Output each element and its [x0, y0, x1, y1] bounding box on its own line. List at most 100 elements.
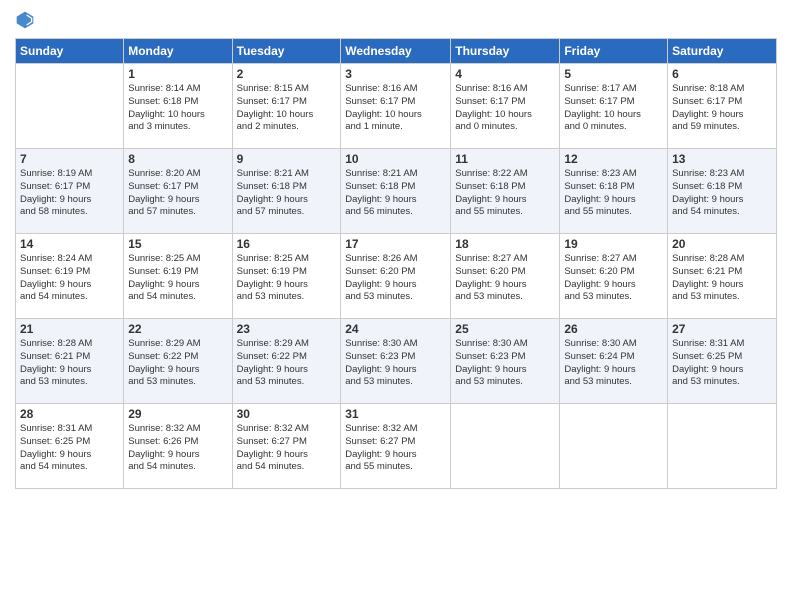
- day-info: Sunrise: 8:28 AMSunset: 6:21 PMDaylight:…: [672, 253, 772, 304]
- day-info: Sunrise: 8:16 AMSunset: 6:17 PMDaylight:…: [345, 83, 446, 134]
- calendar-cell: 4 Sunrise: 8:16 AMSunset: 6:17 PMDaylight…: [451, 64, 560, 149]
- calendar-week-row: 14Sunrise: 8:24 AMSunset: 6:19 PMDayligh…: [16, 234, 777, 319]
- day-number: 26: [564, 322, 663, 336]
- weekday-header-tuesday: Tuesday: [232, 39, 341, 64]
- calendar-cell: 5Sunrise: 8:17 AMSunset: 6:17 PMDaylight…: [560, 64, 668, 149]
- day-info: Sunrise: 8:29 AMSunset: 6:22 PMDaylight:…: [237, 338, 337, 389]
- day-info: Sunrise: 8:30 AMSunset: 6:23 PMDaylight:…: [455, 338, 555, 389]
- weekday-header-sunday: Sunday: [16, 39, 124, 64]
- calendar-cell: 19 Sunrise: 8:27 AMSunset: 6:20 PMDayligh…: [560, 234, 668, 319]
- day-number: 2: [237, 67, 337, 81]
- page-header: [15, 10, 777, 30]
- calendar-cell: 29 Sunrise: 8:32 AMSunset: 6:26 PMDayligh…: [124, 404, 232, 489]
- day-info: Sunrise: 8:25 AMSunset: 6:19 PMDaylight:…: [128, 253, 227, 304]
- day-number: 25: [455, 322, 555, 336]
- day-info: Sunrise: 8:27 AMSunset: 6:20 PMDaylight:…: [564, 253, 663, 304]
- calendar-table: SundayMondayTuesdayWednesdayThursdayFrid…: [15, 38, 777, 489]
- calendar-cell: 28Sunrise: 8:31 AMSunset: 6:25 PMDayligh…: [16, 404, 124, 489]
- weekday-header-row: SundayMondayTuesdayWednesdayThursdayFrid…: [16, 39, 777, 64]
- page-container: SundayMondayTuesdayWednesdayThursdayFrid…: [0, 0, 792, 612]
- day-number: 6: [672, 67, 772, 81]
- calendar-cell: 17Sunrise: 8:26 AMSunset: 6:20 PMDayligh…: [341, 234, 451, 319]
- day-number: 23: [237, 322, 337, 336]
- day-info: Sunrise: 8:30 AMSunset: 6:24 PMDaylight:…: [564, 338, 663, 389]
- day-number: 29: [128, 407, 227, 421]
- day-number: 19: [564, 237, 663, 251]
- day-number: 7: [20, 152, 119, 166]
- calendar-cell: [560, 404, 668, 489]
- day-info: Sunrise: 8:20 AMSunset: 6:17 PMDaylight:…: [128, 168, 227, 219]
- day-info: Sunrise: 8:14 AMSunset: 6:18 PMDaylight:…: [128, 83, 227, 134]
- calendar-cell: [668, 404, 777, 489]
- weekday-header-monday: Monday: [124, 39, 232, 64]
- day-info: Sunrise: 8:16 AMSunset: 6:17 PMDaylight:…: [455, 83, 555, 134]
- calendar-cell: 7Sunrise: 8:19 AMSunset: 6:17 PMDaylight…: [16, 149, 124, 234]
- day-number: 13: [672, 152, 772, 166]
- day-number: 20: [672, 237, 772, 251]
- weekday-header-friday: Friday: [560, 39, 668, 64]
- day-info: Sunrise: 8:31 AMSunset: 6:25 PMDaylight:…: [672, 338, 772, 389]
- day-info: Sunrise: 8:32 AMSunset: 6:27 PMDaylight:…: [345, 423, 446, 474]
- day-number: 28: [20, 407, 119, 421]
- calendar-cell: 25 Sunrise: 8:30 AMSunset: 6:23 PMDayligh…: [451, 319, 560, 404]
- weekday-header-saturday: Saturday: [668, 39, 777, 64]
- calendar-cell: [16, 64, 124, 149]
- calendar-cell: 21 Sunrise: 8:28 AMSunset: 6:21 PMDayligh…: [16, 319, 124, 404]
- day-number: 21: [20, 322, 119, 336]
- day-info: Sunrise: 8:18 AMSunset: 6:17 PMDaylight:…: [672, 83, 772, 134]
- day-info: Sunrise: 8:28 AMSunset: 6:21 PMDaylight:…: [20, 338, 119, 389]
- calendar-cell: 14Sunrise: 8:24 AMSunset: 6:19 PMDayligh…: [16, 234, 124, 319]
- day-info: Sunrise: 8:22 AMSunset: 6:18 PMDaylight:…: [455, 168, 555, 219]
- day-number: 31: [345, 407, 446, 421]
- day-number: 18: [455, 237, 555, 251]
- calendar-cell: 18 Sunrise: 8:27 AMSunset: 6:20 PMDayligh…: [451, 234, 560, 319]
- calendar-cell: 15 Sunrise: 8:25 AMSunset: 6:19 PMDayligh…: [124, 234, 232, 319]
- day-number: 11: [455, 152, 555, 166]
- calendar-cell: 10 Sunrise: 8:21 AMSunset: 6:18 PMDayligh…: [341, 149, 451, 234]
- calendar-week-row: 28Sunrise: 8:31 AMSunset: 6:25 PMDayligh…: [16, 404, 777, 489]
- day-number: 5: [564, 67, 663, 81]
- day-number: 17: [345, 237, 446, 251]
- calendar-week-row: 7Sunrise: 8:19 AMSunset: 6:17 PMDaylight…: [16, 149, 777, 234]
- calendar-week-row: 1 Sunrise: 8:14 AMSunset: 6:18 PMDaylight…: [16, 64, 777, 149]
- calendar-cell: 13 Sunrise: 8:23 AMSunset: 6:18 PMDayligh…: [668, 149, 777, 234]
- day-info: Sunrise: 8:30 AMSunset: 6:23 PMDaylight:…: [345, 338, 446, 389]
- day-number: 30: [237, 407, 337, 421]
- day-number: 1: [128, 67, 227, 81]
- calendar-cell: 31 Sunrise: 8:32 AMSunset: 6:27 PMDayligh…: [341, 404, 451, 489]
- calendar-week-row: 21 Sunrise: 8:28 AMSunset: 6:21 PMDayligh…: [16, 319, 777, 404]
- calendar-cell: 30 Sunrise: 8:32 AMSunset: 6:27 PMDayligh…: [232, 404, 341, 489]
- day-info: Sunrise: 8:32 AMSunset: 6:26 PMDaylight:…: [128, 423, 227, 474]
- calendar-cell: 24Sunrise: 8:30 AMSunset: 6:23 PMDayligh…: [341, 319, 451, 404]
- day-number: 9: [237, 152, 337, 166]
- calendar-cell: 23 Sunrise: 8:29 AMSunset: 6:22 PMDayligh…: [232, 319, 341, 404]
- day-info: Sunrise: 8:32 AMSunset: 6:27 PMDaylight:…: [237, 423, 337, 474]
- day-number: 3: [345, 67, 446, 81]
- calendar-cell: 20 Sunrise: 8:28 AMSunset: 6:21 PMDayligh…: [668, 234, 777, 319]
- calendar-cell: 6 Sunrise: 8:18 AMSunset: 6:17 PMDaylight…: [668, 64, 777, 149]
- day-info: Sunrise: 8:24 AMSunset: 6:19 PMDaylight:…: [20, 253, 119, 304]
- calendar-cell: 11 Sunrise: 8:22 AMSunset: 6:18 PMDayligh…: [451, 149, 560, 234]
- day-number: 15: [128, 237, 227, 251]
- calendar-cell: 22 Sunrise: 8:29 AMSunset: 6:22 PMDayligh…: [124, 319, 232, 404]
- day-number: 27: [672, 322, 772, 336]
- day-number: 10: [345, 152, 446, 166]
- day-info: Sunrise: 8:21 AMSunset: 6:18 PMDaylight:…: [237, 168, 337, 219]
- day-number: 4: [455, 67, 555, 81]
- calendar-cell: 27 Sunrise: 8:31 AMSunset: 6:25 PMDayligh…: [668, 319, 777, 404]
- weekday-header-thursday: Thursday: [451, 39, 560, 64]
- calendar-cell: 9 Sunrise: 8:21 AMSunset: 6:18 PMDaylight…: [232, 149, 341, 234]
- logo-icon: [15, 10, 35, 30]
- day-info: Sunrise: 8:21 AMSunset: 6:18 PMDaylight:…: [345, 168, 446, 219]
- day-number: 16: [237, 237, 337, 251]
- calendar-cell: 12Sunrise: 8:23 AMSunset: 6:18 PMDayligh…: [560, 149, 668, 234]
- day-info: Sunrise: 8:23 AMSunset: 6:18 PMDaylight:…: [672, 168, 772, 219]
- day-info: Sunrise: 8:29 AMSunset: 6:22 PMDaylight:…: [128, 338, 227, 389]
- calendar-cell: 26 Sunrise: 8:30 AMSunset: 6:24 PMDayligh…: [560, 319, 668, 404]
- calendar-cell: [451, 404, 560, 489]
- day-info: Sunrise: 8:27 AMSunset: 6:20 PMDaylight:…: [455, 253, 555, 304]
- calendar-cell: 1 Sunrise: 8:14 AMSunset: 6:18 PMDaylight…: [124, 64, 232, 149]
- day-info: Sunrise: 8:23 AMSunset: 6:18 PMDaylight:…: [564, 168, 663, 219]
- day-info: Sunrise: 8:15 AMSunset: 6:17 PMDaylight:…: [237, 83, 337, 134]
- day-number: 22: [128, 322, 227, 336]
